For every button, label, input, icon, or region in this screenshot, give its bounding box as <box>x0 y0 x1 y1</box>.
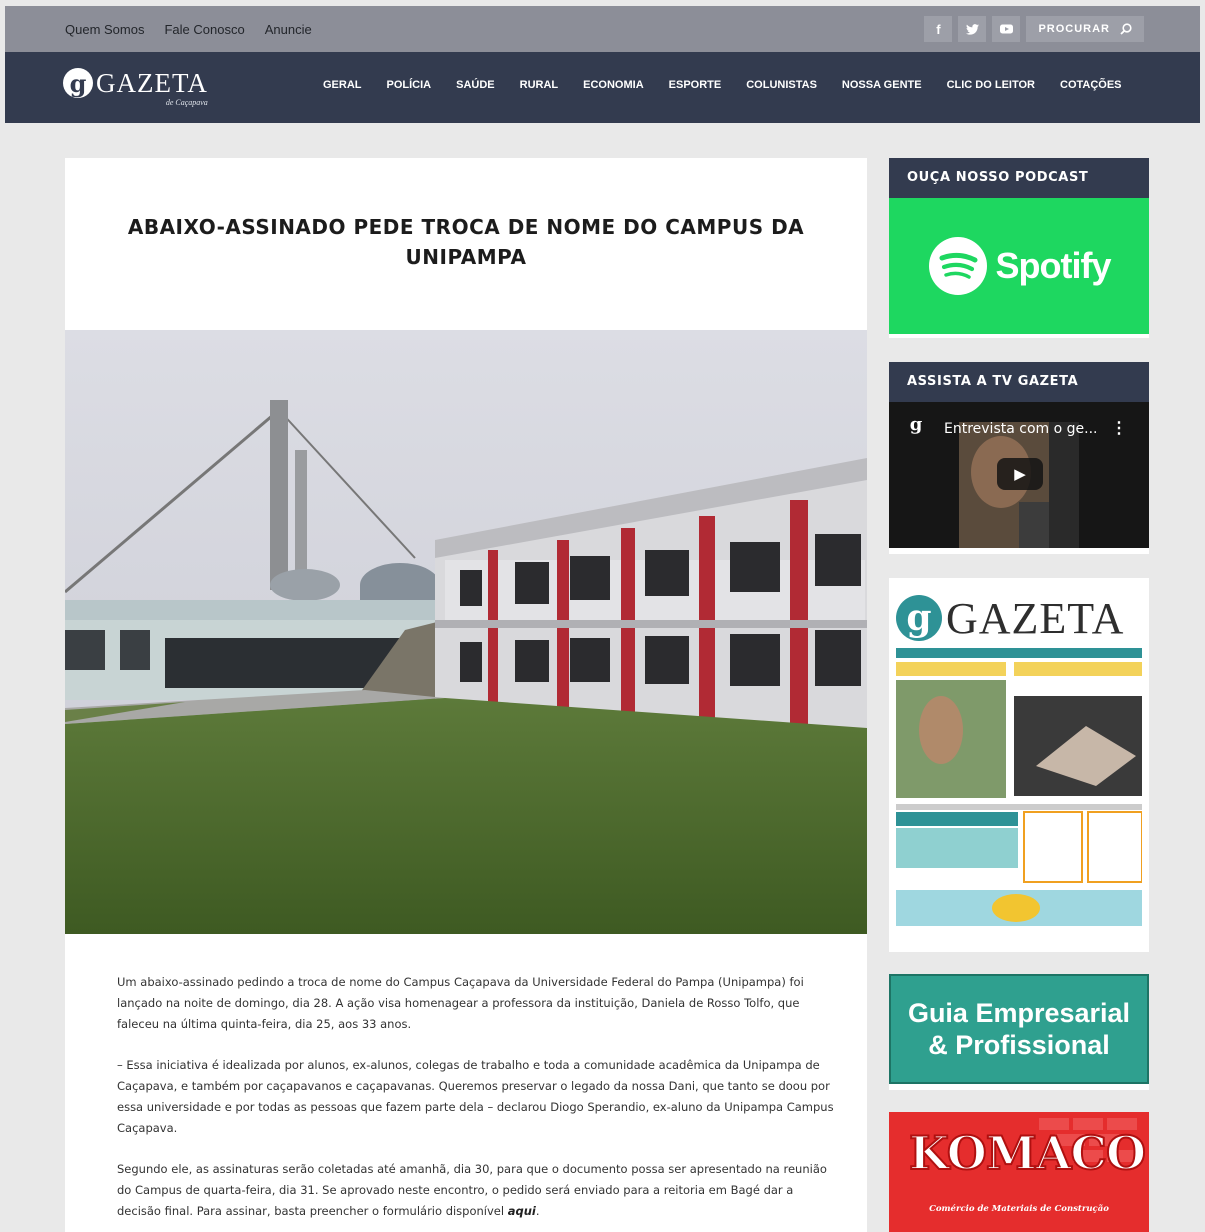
spotify-name: Spotify <box>995 245 1112 286</box>
spotify-banner[interactable]: Spotify <box>889 198 1149 334</box>
facebook-icon[interactable]: f <box>924 16 953 42</box>
play-icon[interactable]: ▶ <box>997 458 1043 490</box>
top-links: Quem Somos Fale Conosco Anuncie <box>65 22 312 37</box>
link-fale-conosco[interactable]: Fale Conosco <box>164 22 244 37</box>
video-title[interactable]: Entrevista com o ge... <box>944 421 1097 437</box>
youtube-icon[interactable] <box>992 16 1021 42</box>
newspaper-cover-image <box>896 648 1143 926</box>
twitter-icon[interactable] <box>958 16 987 42</box>
guia-line-2: & Profissional <box>928 1030 1110 1060</box>
newspaper-name: GAZETA <box>946 593 1125 643</box>
article-photo <box>65 330 867 934</box>
search-label: PROCURAR <box>1038 23 1110 35</box>
link-anuncie[interactable]: Anuncie <box>265 22 312 37</box>
article-paragraph-1: Um abaixo-assinado pedindo a troca de no… <box>117 975 804 1031</box>
search-icon <box>1120 23 1132 35</box>
nav-item-cotacoes[interactable]: COTAÇÕES <box>1060 79 1122 91</box>
nav-item-policia[interactable]: POLÍCIA <box>387 79 432 91</box>
article-body: Um abaixo-assinado pedindo a troca de no… <box>117 972 837 1232</box>
article-paragraph-2: – Essa iniciativa é idealizada por aluno… <box>117 1058 834 1135</box>
nav-item-economia[interactable]: ECONOMIA <box>583 79 644 91</box>
social-links: f PROCURAR <box>924 16 1144 42</box>
newspaper-logo: g GAZETA <box>896 590 1142 646</box>
channel-avatar[interactable]: g <box>903 414 929 446</box>
podcast-widget-title: OUÇA NOSSO PODCAST <box>889 158 1149 198</box>
guia-box: Guia Empresarial & Profissional <box>889 974 1149 1084</box>
signature-form-link[interactable]: aqui <box>508 1204 536 1218</box>
komaco-banner[interactable]: KOMACO Comércio de Materiais de Construç… <box>889 1112 1149 1232</box>
nav-item-clic-do-leitor[interactable]: CLIC DO LEITOR <box>947 79 1035 91</box>
search-button[interactable]: PROCURAR <box>1026 16 1144 42</box>
podcast-widget: OUÇA NOSSO PODCAST Spotify <box>889 158 1149 338</box>
guia-line-1: Guia Empresarial <box>907 998 1131 1028</box>
paragraph-3-text: Segundo ele, as assinaturas serão coleta… <box>117 1162 827 1218</box>
logo-name: GAZETA <box>96 68 208 98</box>
nav-item-geral[interactable]: GERAL <box>323 79 362 91</box>
nav-item-nossa-gente[interactable]: NOSSA GENTE <box>842 79 922 91</box>
nav-item-colunistas[interactable]: COLUNISTAS <box>746 79 817 91</box>
article-paragraph-3: Segundo ele, as assinaturas serão coleta… <box>117 1159 837 1222</box>
video-player[interactable]: g Entrevista com o ge... ⋮ ▶ <box>889 402 1149 548</box>
newspaper-g-icon: g <box>896 595 942 641</box>
komaco-name: KOMACO <box>908 1125 1147 1181</box>
tv-widget-title: ASSISTA A TV GAZETA <box>889 362 1149 402</box>
tv-widget: ASSISTA A TV GAZETA g Entrevista com o g… <box>889 362 1149 554</box>
paragraph-3-end: . <box>535 1204 540 1218</box>
newspaper-cover[interactable]: g GAZETA <box>889 578 1149 952</box>
main-navbar: g GAZETA de Caçapava GERAL POLÍCIA SAÚDE… <box>5 52 1200 123</box>
nav-item-rural[interactable]: RURAL <box>520 79 559 91</box>
nav-item-esporte[interactable]: ESPORTE <box>669 79 722 91</box>
more-options-icon[interactable]: ⋮ <box>1111 418 1127 438</box>
nav-menu: GERAL POLÍCIA SAÚDE RURAL ECONOMIA ESPOR… <box>323 79 1122 91</box>
link-quem-somos[interactable]: Quem Somos <box>65 22 144 37</box>
top-bar: Quem Somos Fale Conosco Anuncie f PROCUR… <box>5 6 1200 52</box>
article-title: ABAIXO-ASSINADO PEDE TROCA DE NOME DO CA… <box>127 215 805 269</box>
logo-subtitle: de Caçapava <box>165 98 208 107</box>
komaco-subtitle: Comércio de Materiais de Construção <box>929 1204 1109 1214</box>
logo-g-icon: g <box>63 68 93 98</box>
spotify-icon <box>928 237 987 295</box>
nav-item-saude[interactable]: SAÚDE <box>456 79 495 91</box>
guia-banner[interactable]: Guia Empresarial & Profissional <box>889 974 1149 1090</box>
article: ABAIXO-ASSINADO PEDE TROCA DE NOME DO CA… <box>65 158 867 1232</box>
site-logo[interactable]: g GAZETA de Caçapava <box>63 68 208 107</box>
